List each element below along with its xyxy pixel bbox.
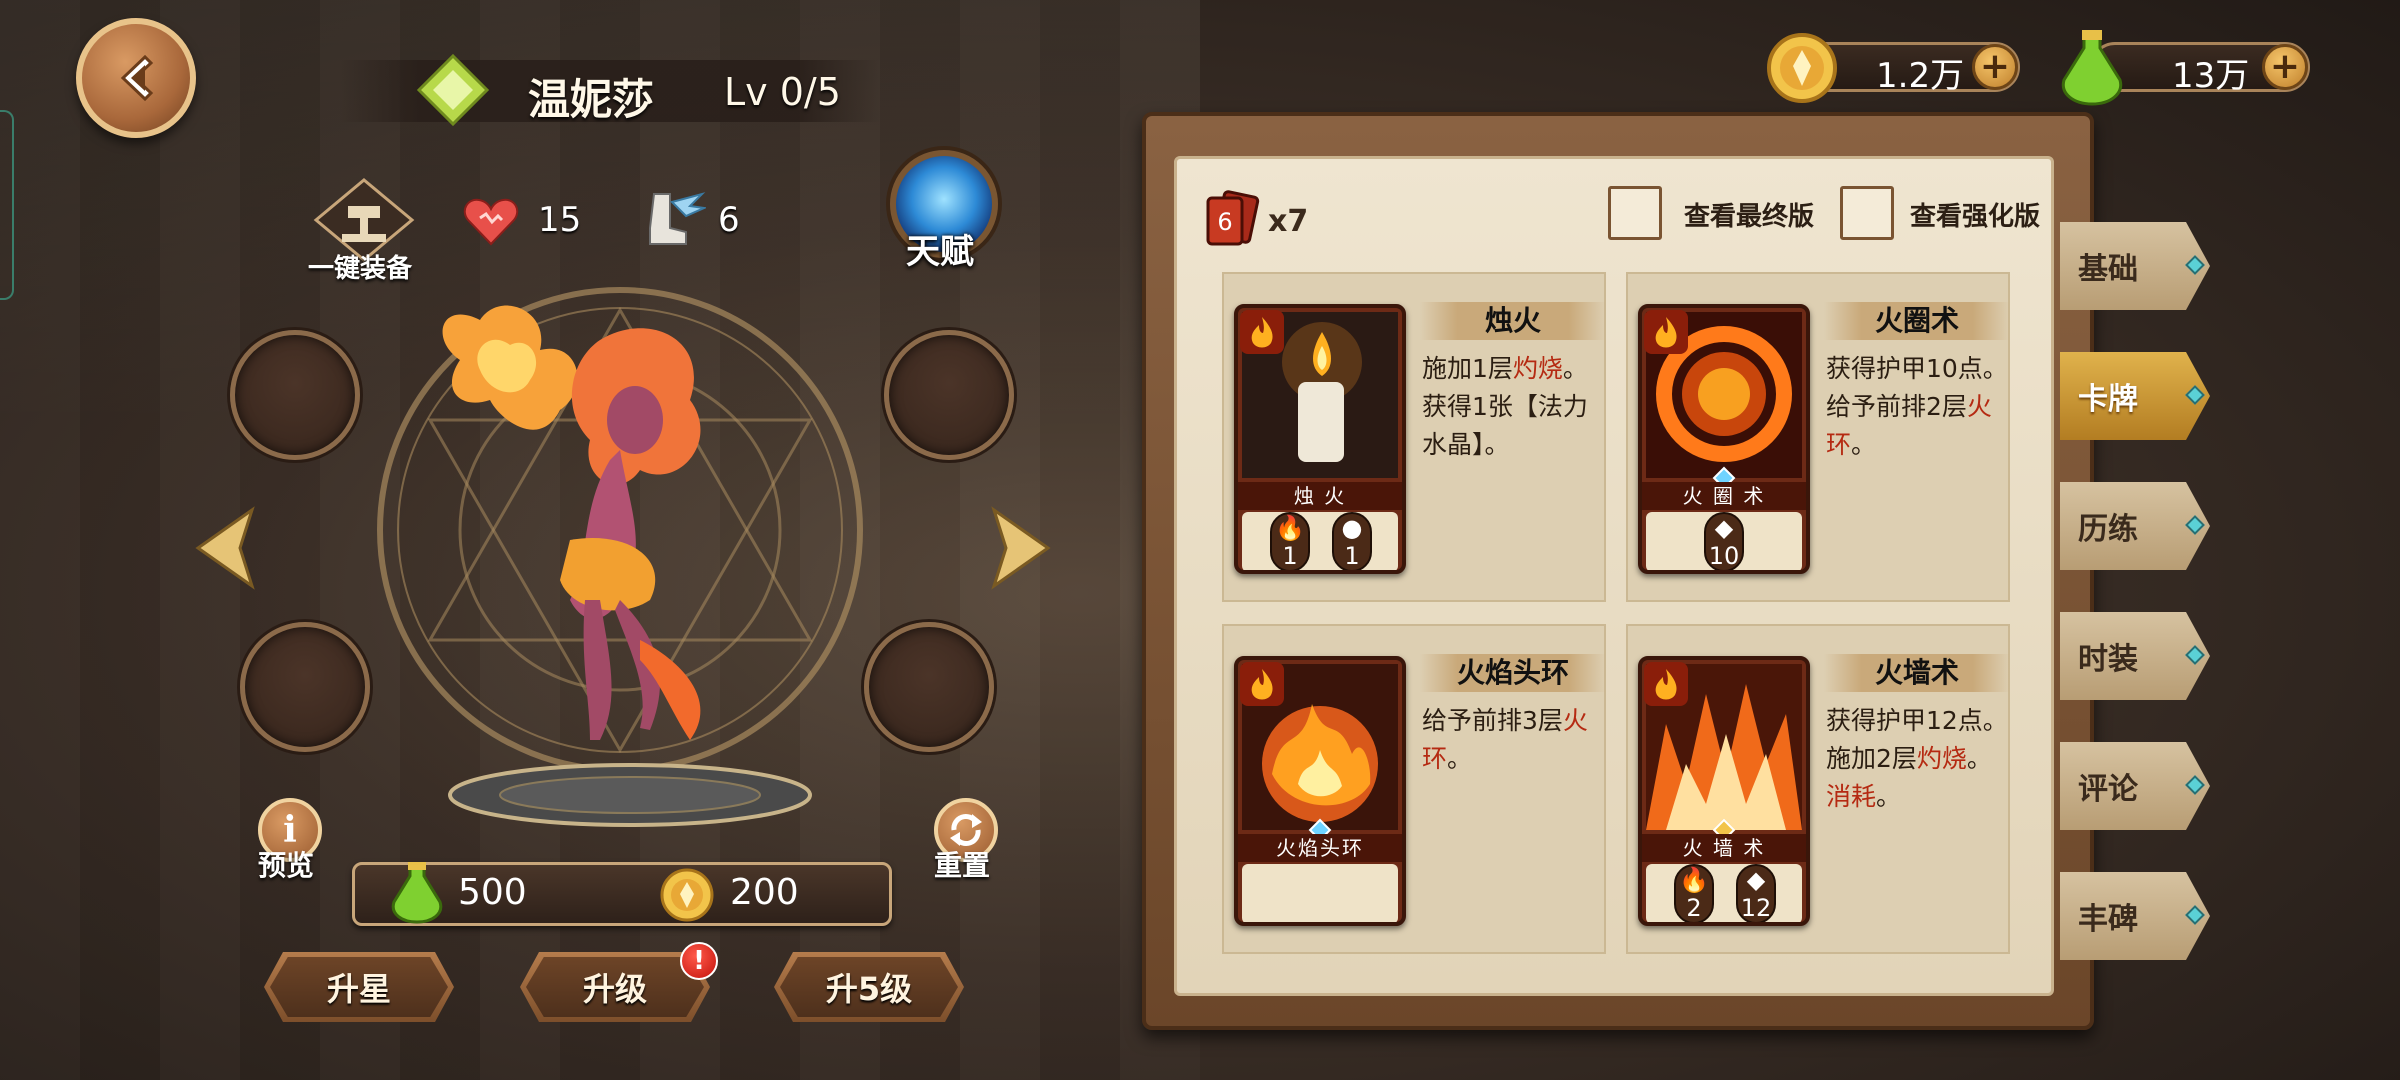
card-fire-ring[interactable]: 火 圈 术 ◆ 10 <box>1638 304 1810 574</box>
back-arrow-icon <box>120 54 154 102</box>
deck-count: x7 <box>1268 204 1309 239</box>
card-fire-wall[interactable]: 火 墙 术 🔥 2 ◆ 12 <box>1638 656 1810 926</box>
view-final-checkbox[interactable] <box>1608 186 1662 240</box>
equip-slot-top-right[interactable] <box>884 330 1014 460</box>
gold-coin-icon <box>660 868 714 922</box>
hero-level: Lv 0/5 <box>724 70 841 114</box>
card-plate: 烛 火 <box>1238 482 1402 510</box>
add-gem-button[interactable]: + <box>2262 44 2308 90</box>
card-plate: 火 圈 术 <box>1642 482 1806 510</box>
fire-icon <box>1644 310 1688 354</box>
card-plate: 火焰头环 <box>1238 834 1402 862</box>
coin-balance: 1.2万 <box>1876 56 1965 96</box>
winged-boot-icon <box>649 192 706 245</box>
back-button[interactable] <box>76 18 196 138</box>
card-description: 获得护甲12点。施加2层灼烧。消耗。 <box>1826 706 2008 811</box>
card-title: 火圈术 <box>1824 302 2010 340</box>
edge-handle[interactable] <box>0 110 14 300</box>
card-stats <box>1242 864 1398 922</box>
prev-hero-arrow-icon[interactable] <box>192 506 262 590</box>
heart-icon <box>463 198 519 246</box>
hero-class-gem-icon <box>416 53 490 127</box>
svg-text:6: 6 <box>1217 208 1232 236</box>
level-up-5-button[interactable]: 升5级 <box>774 952 964 1022</box>
equip-slot-top-left[interactable] <box>230 330 360 460</box>
fire-icon <box>1240 310 1284 354</box>
gem-balance: 13万 <box>2172 56 2250 96</box>
green-gem-icon <box>2061 30 2123 106</box>
cost-stat: 🔥 1 <box>1270 512 1310 570</box>
view-final-label[interactable]: 查看最终版 <box>1684 196 1814 233</box>
hp-value: 15 <box>538 200 582 240</box>
card-deck-icon: 6 <box>1206 190 1260 246</box>
card-title: 烛火 <box>1420 302 1606 340</box>
gem-cost-value: 500 <box>458 872 527 913</box>
hero-portrait <box>442 305 701 740</box>
effect-stat: ● 1 <box>1332 512 1372 570</box>
gold-coin-icon <box>1767 33 1837 103</box>
equip-slot-bottom-left[interactable] <box>240 622 370 752</box>
speed-value: 6 <box>718 200 740 240</box>
card-stats: 🔥 2 ◆ 12 <box>1646 864 1802 922</box>
card-description: 施加1层灼烧。获得1张【法力水晶】。 <box>1422 354 1588 459</box>
fire-icon <box>1240 662 1284 706</box>
card-title: 火墙术 <box>1824 654 2010 692</box>
talent-label[interactable]: 天赋 <box>906 224 974 273</box>
cost-stat: 🔥 2 <box>1674 864 1714 922</box>
reset-label[interactable]: 重置 <box>934 844 990 884</box>
fire-icon <box>1644 662 1688 706</box>
armor-stat: ◆ 10 <box>1704 512 1744 570</box>
card-flame-circlet[interactable]: 火焰头环 <box>1234 656 1406 926</box>
card-stats: ◆ 10 <box>1646 512 1802 570</box>
alert-badge: ! <box>680 942 718 980</box>
card-plate: 火 墙 术 <box>1642 834 1806 862</box>
star-up-button[interactable]: 升星 <box>264 952 454 1022</box>
hero-name: 温妮莎 <box>528 75 655 124</box>
view-enhanced-label[interactable]: 查看强化版 <box>1910 196 2040 233</box>
view-enhanced-checkbox[interactable] <box>1840 186 1894 240</box>
card-candle[interactable]: 烛 火 🔥 1 ● 1 <box>1234 304 1406 574</box>
equip-slot-bottom-right[interactable] <box>864 622 994 752</box>
card-description: 获得护甲10点。给予前排2层火环。 <box>1826 354 2008 459</box>
next-hero-arrow-icon[interactable] <box>984 506 1054 590</box>
add-coin-button[interactable]: + <box>1972 44 2018 90</box>
preview-label[interactable]: 预览 <box>258 844 314 884</box>
card-stats: 🔥 1 ● 1 <box>1242 512 1398 570</box>
coin-cost-value: 200 <box>730 872 799 913</box>
green-gem-icon <box>391 862 443 924</box>
armor-stat: ◆ 12 <box>1736 864 1776 922</box>
hero-pedestal <box>448 763 812 827</box>
card-description: 给予前排3层火环。 <box>1422 706 1588 773</box>
card-title: 火焰头环 <box>1420 654 1606 692</box>
